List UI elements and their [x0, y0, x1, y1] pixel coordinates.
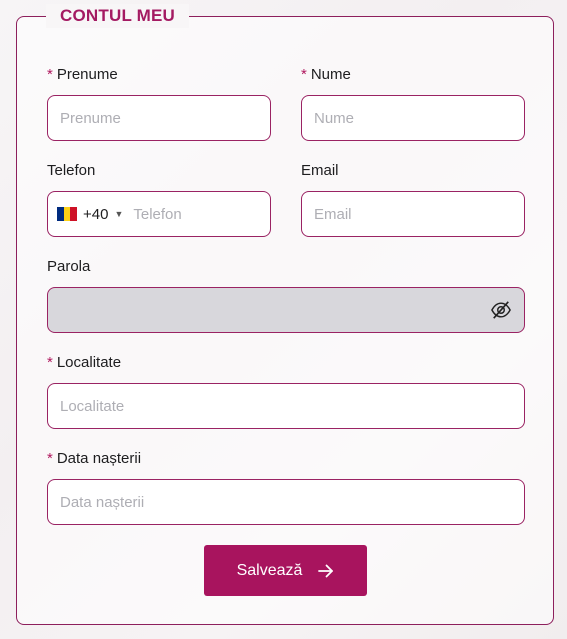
- email-placeholder: Email: [314, 205, 352, 223]
- birthdate-label: * Data nașterii: [47, 449, 141, 469]
- last-name-placeholder: Nume: [314, 109, 355, 127]
- last-name-label-text: Nume: [310, 66, 351, 83]
- required-mark: *: [47, 450, 53, 467]
- first-name-placeholder: Prenume: [60, 109, 121, 127]
- country-code: +40: [83, 205, 109, 223]
- city-label: * Localitate: [47, 353, 121, 373]
- city-label-text: Localitate: [56, 354, 122, 371]
- arrow-right-icon: [318, 564, 334, 577]
- last-name-label: * Nume: [301, 65, 351, 85]
- phone-input[interactable]: +40 ▼ Telefon: [47, 191, 271, 237]
- romania-flag-icon: [57, 207, 78, 221]
- email-input[interactable]: Email: [301, 191, 525, 237]
- required-mark: *: [47, 66, 53, 83]
- form-title: CONTUL MEU: [46, 4, 190, 28]
- password-label: Parola: [47, 258, 91, 275]
- save-button-label: Salvează: [236, 561, 303, 579]
- birthdate-label-text: Data nașterii: [56, 450, 142, 467]
- first-name-input[interactable]: Prenume: [47, 95, 271, 141]
- email-label: Email: [301, 162, 339, 179]
- caret-down-icon: ▼: [114, 209, 124, 219]
- city-placeholder: Localitate: [60, 397, 125, 415]
- country-code-selector[interactable]: +40 ▼: [57, 206, 123, 223]
- last-name-input[interactable]: Nume: [301, 95, 525, 141]
- phone-label: Telefon: [47, 162, 96, 179]
- first-name-label-text: Prenume: [56, 66, 118, 83]
- required-mark: *: [301, 66, 307, 83]
- birthdate-placeholder: Data nașterii: [60, 493, 145, 511]
- save-button[interactable]: Salvează: [204, 545, 367, 596]
- birthdate-input[interactable]: Data nașterii: [47, 479, 525, 525]
- eye-slash-icon[interactable]: [490, 300, 512, 320]
- password-input[interactable]: [47, 287, 525, 333]
- first-name-label: * Prenume: [47, 65, 118, 85]
- city-input[interactable]: Localitate: [47, 383, 525, 429]
- required-mark: *: [47, 354, 53, 371]
- phone-placeholder: Telefon: [133, 205, 182, 223]
